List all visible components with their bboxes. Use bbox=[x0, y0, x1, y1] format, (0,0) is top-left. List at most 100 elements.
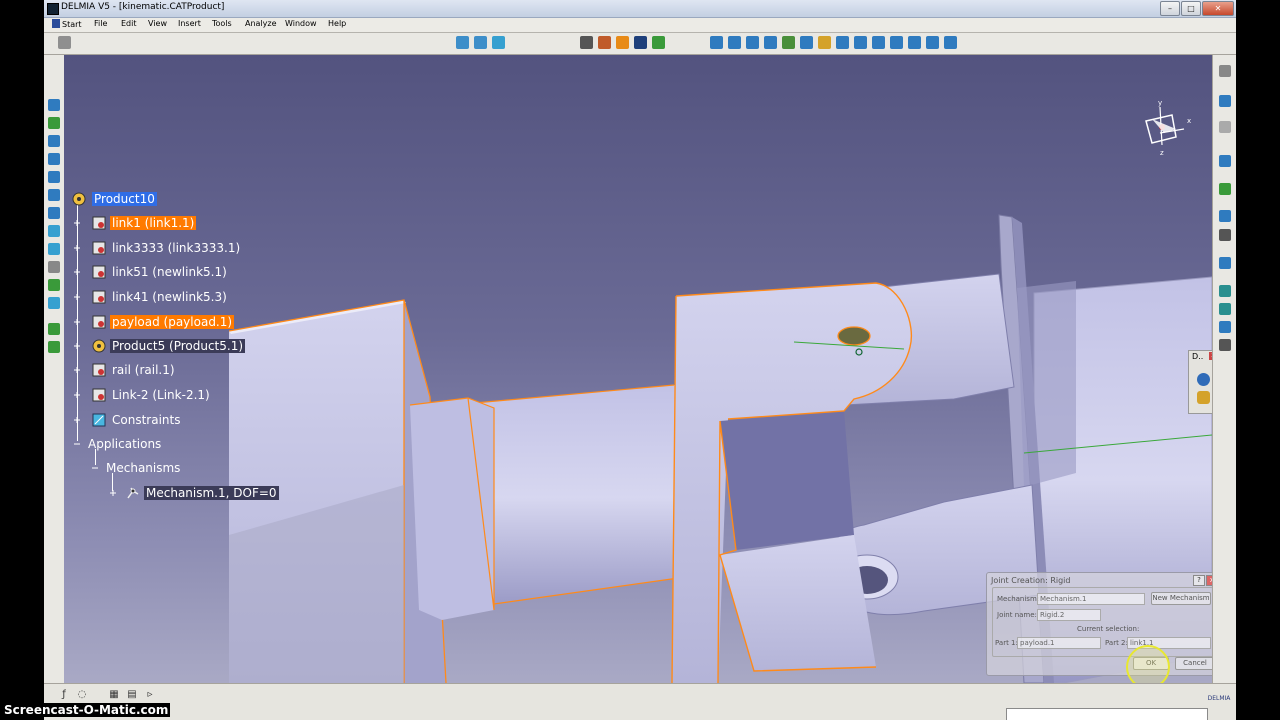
tree-item-mechanism[interactable]: Mechanism.1, DOF=0 bbox=[108, 484, 279, 502]
view-icon-5[interactable] bbox=[782, 36, 795, 49]
tree-item-rail[interactable]: rail (rail.1) bbox=[72, 361, 177, 379]
collapse-icon[interactable] bbox=[92, 465, 98, 471]
select-box-icon[interactable] bbox=[492, 36, 505, 49]
menu-tools[interactable]: Tools bbox=[212, 19, 232, 28]
fly-mode-icon[interactable] bbox=[48, 99, 60, 111]
zoom-in-icon[interactable] bbox=[48, 171, 60, 183]
clash-icon[interactable] bbox=[1219, 229, 1231, 241]
manipulate-icon[interactable] bbox=[1219, 183, 1231, 195]
tree-item-link51[interactable]: link51 (newlink5.1) bbox=[72, 263, 229, 281]
simulation-icon[interactable] bbox=[598, 36, 611, 49]
menu-insert[interactable]: Insert bbox=[178, 19, 201, 28]
menu-window[interactable]: Window bbox=[285, 19, 317, 28]
menu-start[interactable]: Start bbox=[49, 19, 85, 29]
macro-icon[interactable]: ▹ bbox=[144, 689, 156, 701]
view-icon-13[interactable] bbox=[926, 36, 939, 49]
view-icon-10[interactable] bbox=[872, 36, 885, 49]
view-icon-14[interactable] bbox=[944, 36, 957, 49]
pan-icon[interactable] bbox=[48, 135, 60, 147]
expand-icon[interactable] bbox=[74, 269, 80, 275]
view-icon-4[interactable] bbox=[764, 36, 777, 49]
view-icon-9[interactable] bbox=[854, 36, 867, 49]
view-icon-3[interactable] bbox=[746, 36, 759, 49]
analysis-icon[interactable] bbox=[48, 341, 60, 353]
zoom-out-icon[interactable] bbox=[48, 189, 60, 201]
maximize-button[interactable]: □ bbox=[1181, 1, 1201, 16]
select-icon[interactable] bbox=[456, 36, 469, 49]
replay-icon[interactable] bbox=[1197, 391, 1210, 404]
shading-icon[interactable] bbox=[48, 243, 60, 255]
view-icon-6[interactable] bbox=[800, 36, 813, 49]
3d-viewport[interactable]: Product10 link1 (link1.1) link3333 (link… bbox=[64, 55, 1212, 683]
contact-icon[interactable] bbox=[1219, 321, 1231, 333]
new-mechanism-button[interactable]: New Mechanism bbox=[1151, 592, 1211, 605]
refresh-icon[interactable] bbox=[634, 36, 647, 49]
expand-icon[interactable] bbox=[74, 294, 80, 300]
tree-item-mechanisms[interactable]: Mechanisms bbox=[90, 459, 182, 477]
table-icon[interactable]: ▦ bbox=[108, 689, 120, 701]
tool-icon[interactable] bbox=[58, 36, 71, 49]
expand-icon[interactable] bbox=[74, 343, 80, 349]
move-icon[interactable] bbox=[1219, 121, 1231, 133]
normal-view-icon[interactable] bbox=[48, 207, 60, 219]
hide-show-icon[interactable] bbox=[48, 261, 60, 273]
iso-view-icon[interactable] bbox=[48, 225, 60, 237]
tree-item-link1[interactable]: link1 (link1.1) bbox=[72, 214, 197, 232]
explode-icon[interactable] bbox=[1219, 210, 1231, 222]
minimize-button[interactable]: – bbox=[1160, 1, 1180, 16]
menu-analyze[interactable]: Analyze bbox=[245, 19, 277, 28]
expand-icon[interactable] bbox=[74, 319, 80, 325]
catalog-icon[interactable]: ▤ bbox=[126, 689, 138, 701]
close-button[interactable]: ✕ bbox=[1202, 1, 1234, 16]
rigid-joint-icon[interactable] bbox=[616, 36, 629, 49]
offset-icon[interactable] bbox=[1219, 339, 1231, 351]
formula-icon[interactable]: ƒ bbox=[58, 689, 70, 701]
menu-edit[interactable]: Edit bbox=[121, 19, 137, 28]
compass-icon[interactable]: y x z bbox=[1132, 99, 1192, 159]
joint-name-input[interactable]: Rigid.2 bbox=[1037, 609, 1101, 621]
swap-space-icon[interactable] bbox=[48, 279, 60, 291]
expand-icon[interactable] bbox=[74, 367, 80, 373]
expand-icon[interactable] bbox=[74, 245, 80, 251]
select-trap-icon[interactable] bbox=[474, 36, 487, 49]
constraint-icon[interactable] bbox=[1219, 285, 1231, 297]
expand-icon[interactable] bbox=[74, 392, 80, 398]
tree-item-link2[interactable]: Link-2 (Link-2.1) bbox=[72, 386, 212, 404]
tree-item-product5[interactable]: Product5 (Product5.1) bbox=[72, 337, 246, 355]
tree-item-applications[interactable]: Applications bbox=[72, 435, 163, 453]
snap-icon[interactable] bbox=[1219, 155, 1231, 167]
fix-icon[interactable] bbox=[1219, 303, 1231, 315]
layer-icon[interactable] bbox=[48, 297, 60, 309]
power-input-field[interactable] bbox=[1006, 708, 1208, 720]
measure-icon[interactable] bbox=[48, 323, 60, 335]
menu-help[interactable]: Help bbox=[328, 19, 346, 28]
fit-all-icon[interactable] bbox=[48, 117, 60, 129]
view-icon-12[interactable] bbox=[908, 36, 921, 49]
joint-tool-icon[interactable] bbox=[580, 36, 593, 49]
mechanism-icon[interactable] bbox=[652, 36, 665, 49]
simulate-icon[interactable] bbox=[1197, 373, 1210, 386]
tree-item-link41[interactable]: link41 (newlink5.3) bbox=[72, 288, 229, 306]
cursor-icon[interactable] bbox=[1219, 95, 1231, 107]
expand-icon[interactable] bbox=[74, 220, 80, 226]
view-icon-2[interactable] bbox=[728, 36, 741, 49]
menu-file[interactable]: File bbox=[94, 19, 107, 28]
view-icon-11[interactable] bbox=[890, 36, 903, 49]
view-icon-7[interactable] bbox=[818, 36, 831, 49]
sketch-icon[interactable] bbox=[1219, 65, 1231, 77]
menu-view[interactable]: View bbox=[148, 19, 167, 28]
section-icon[interactable] bbox=[1219, 257, 1231, 269]
comment-icon[interactable]: ◌ bbox=[76, 689, 88, 701]
tree-item-payload[interactable]: payload (payload.1) bbox=[72, 313, 235, 331]
help-button[interactable]: ? bbox=[1193, 575, 1205, 586]
mechanism-select[interactable]: Mechanism.1 bbox=[1037, 593, 1145, 605]
rotate-icon[interactable] bbox=[48, 153, 60, 165]
view-icon-1[interactable] bbox=[710, 36, 723, 49]
tree-item-constraints[interactable]: Constraints bbox=[72, 411, 182, 429]
part1-field[interactable]: payload.1 bbox=[1017, 637, 1101, 649]
view-icon-8[interactable] bbox=[836, 36, 849, 49]
collapse-icon[interactable] bbox=[74, 441, 80, 447]
expand-icon[interactable] bbox=[110, 490, 116, 496]
tree-root[interactable]: Product10 bbox=[72, 190, 157, 208]
cancel-button[interactable]: Cancel bbox=[1175, 657, 1212, 670]
